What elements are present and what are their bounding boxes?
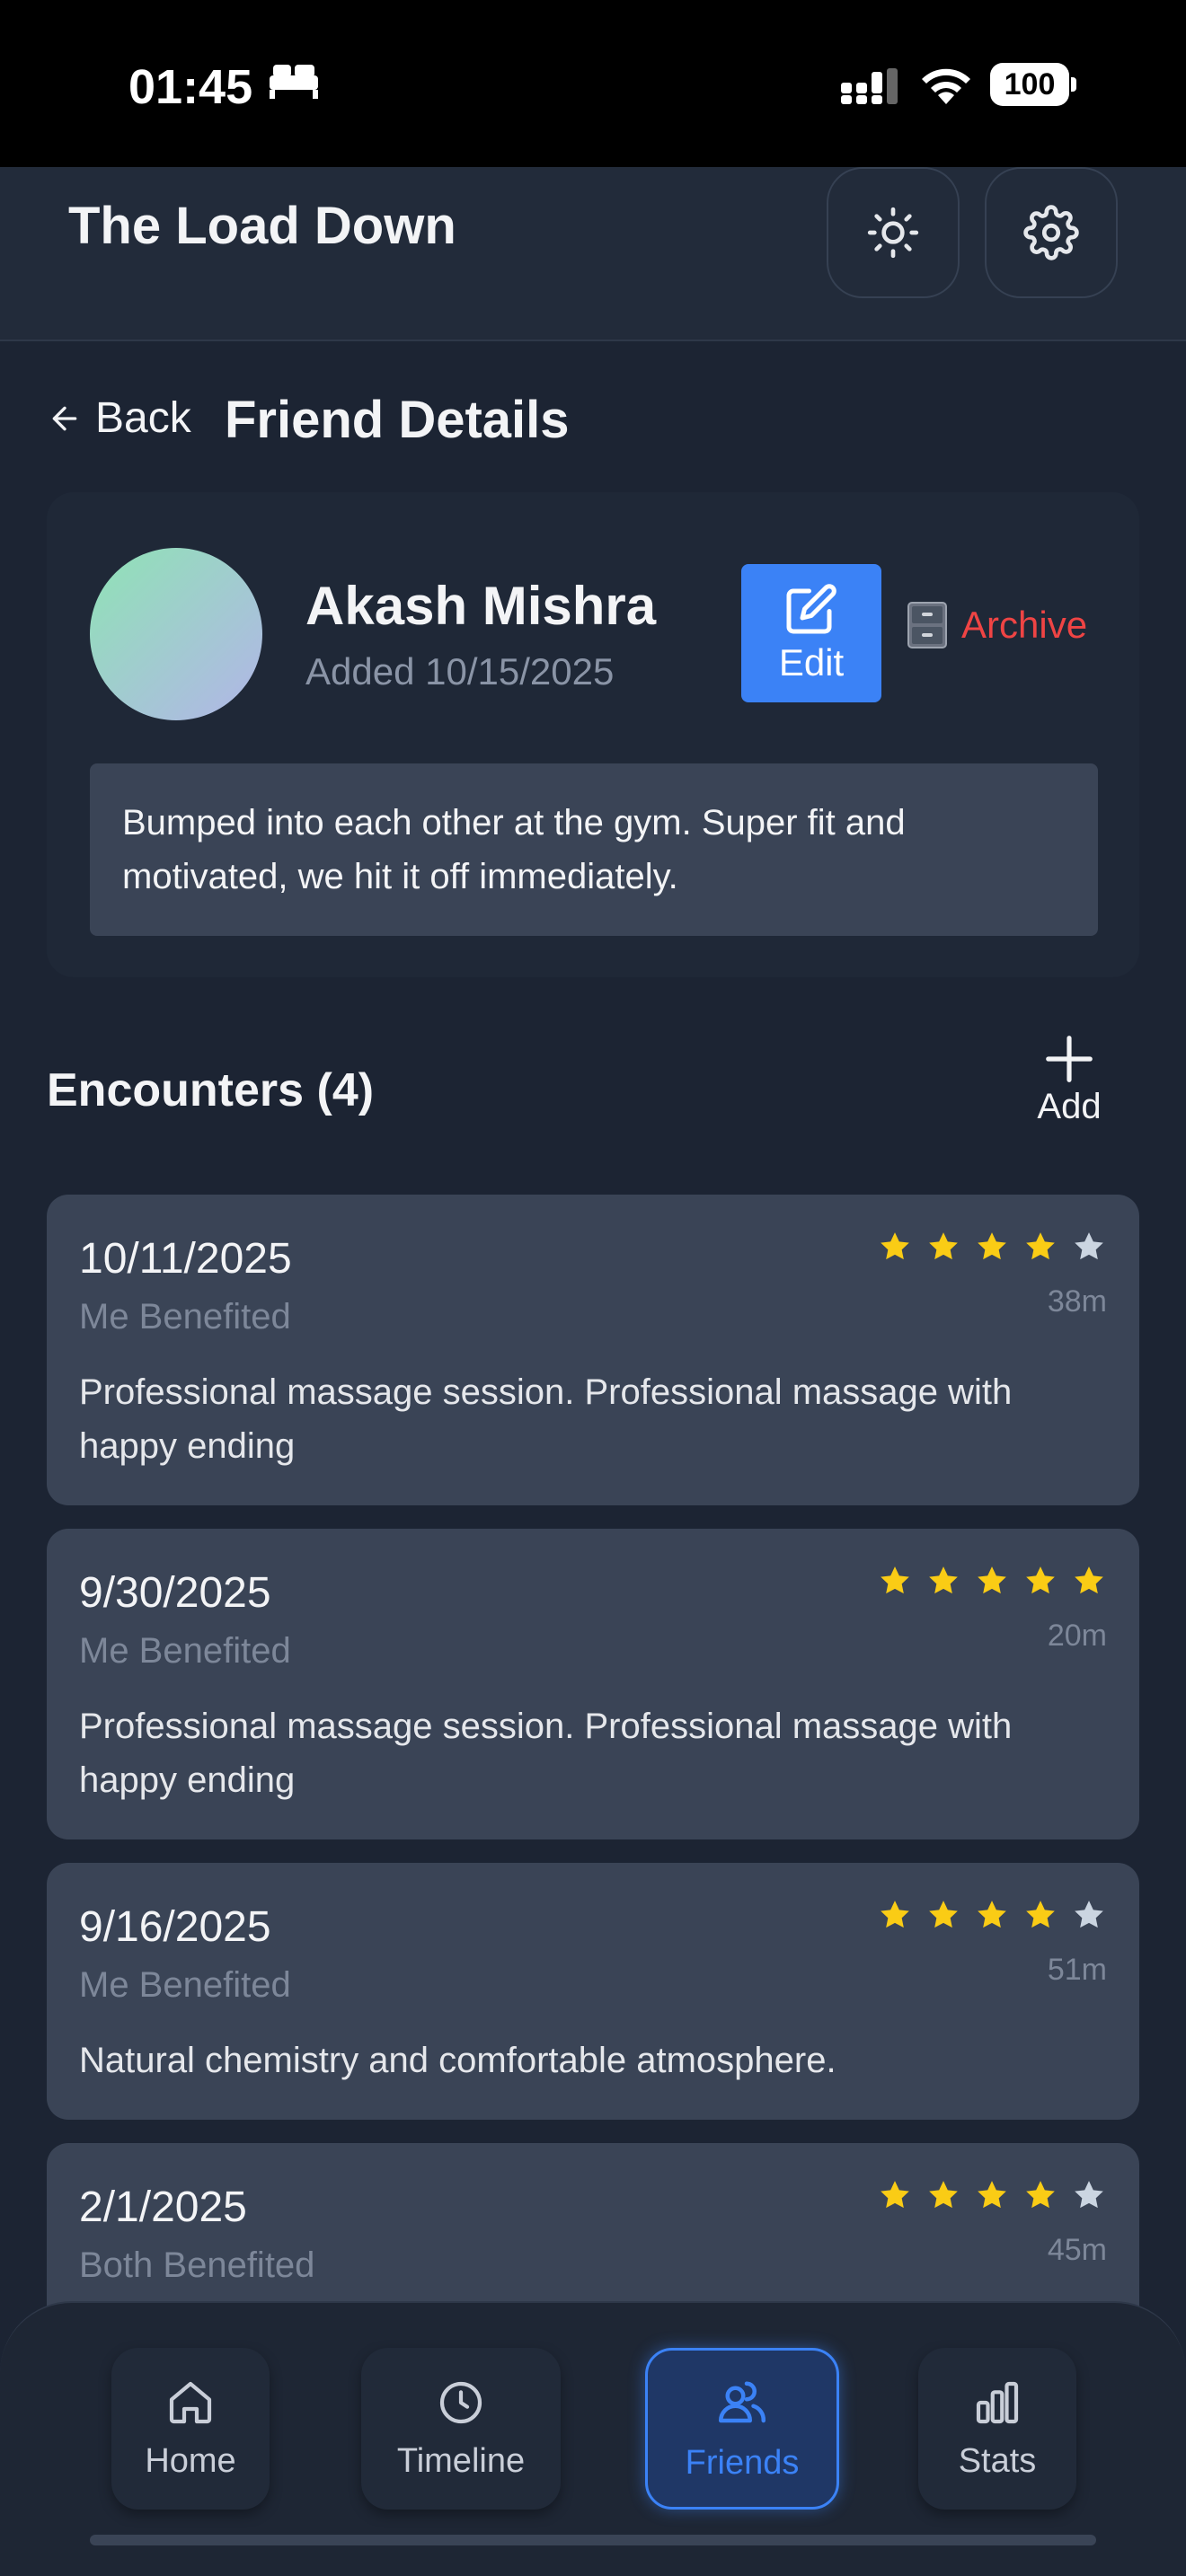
back-label: Back xyxy=(95,394,191,442)
battery-indicator: 100 xyxy=(990,63,1076,106)
encounter-duration: 38m xyxy=(1047,1284,1107,1319)
encounter-card[interactable]: 10/11/2025 Me Benefited 38m Professional… xyxy=(47,1195,1139,1505)
add-label: Add xyxy=(1037,1087,1102,1126)
star-filled-icon xyxy=(978,1232,1006,1260)
settings-button[interactable] xyxy=(985,167,1118,298)
nav-timeline-label: Timeline xyxy=(396,2441,526,2480)
encounter-type: Both Benefited xyxy=(79,2245,315,2285)
encounter-duration: 20m xyxy=(1047,1619,1107,1653)
star-filled-icon xyxy=(1026,2181,1055,2209)
app-header: The Load Down xyxy=(0,167,1186,341)
star-empty-icon xyxy=(1075,1232,1103,1260)
star-rating xyxy=(877,1563,1107,1599)
star-empty-icon xyxy=(1075,1901,1103,1928)
nav-stats-label: Stats xyxy=(958,2441,1037,2480)
encounter-date: 2/1/2025 xyxy=(79,2183,247,2231)
star-filled-icon xyxy=(881,1232,909,1260)
added-date: Added 10/15/2025 xyxy=(305,650,615,693)
archive-label: Archive xyxy=(961,604,1088,646)
add-encounter-button[interactable]: Add xyxy=(1019,1031,1120,1148)
edit-icon xyxy=(786,584,836,634)
encounter-date: 9/30/2025 xyxy=(79,1569,271,1617)
star-rating xyxy=(877,1897,1107,1933)
star-filled-icon xyxy=(978,1566,1006,1594)
bar-chart-icon xyxy=(976,2381,1019,2423)
star-filled-icon xyxy=(929,1566,958,1594)
star-filled-icon xyxy=(881,1901,909,1928)
encounter-type: Me Benefited xyxy=(79,1631,291,1671)
file-cabinet-icon xyxy=(907,602,947,648)
encounter-note: Natural chemistry and comfortable atmosp… xyxy=(79,2041,836,2080)
star-filled-icon xyxy=(1026,1566,1055,1594)
home-indicator xyxy=(90,2535,1096,2545)
avatar xyxy=(90,548,262,720)
nav-stats[interactable]: Stats xyxy=(918,2348,1076,2510)
plus-icon xyxy=(1046,1036,1093,1082)
page-title: Friend Details xyxy=(225,391,570,449)
app-title: The Load Down xyxy=(68,197,456,255)
bottom-nav: Home Timeline Friends Stats xyxy=(0,2301,1186,2576)
edit-button[interactable]: Edit xyxy=(741,564,881,702)
friend-name: Akash Mishra xyxy=(305,576,657,636)
encounter-duration: 51m xyxy=(1047,1953,1107,1987)
nav-friends-label: Friends xyxy=(685,2443,800,2482)
profile-card: Akash Mishra Added 10/15/2025 Edit Archi… xyxy=(47,492,1139,977)
star-rating xyxy=(877,1229,1107,1265)
edit-label: Edit xyxy=(778,641,845,684)
star-rating xyxy=(877,2177,1107,2213)
bed-icon xyxy=(270,65,318,99)
friends-icon xyxy=(719,2381,766,2422)
theme-toggle-button[interactable] xyxy=(827,167,960,298)
encounter-note: Professional massage session. Profession… xyxy=(79,1707,1013,1800)
star-filled-icon xyxy=(929,1232,958,1260)
star-filled-icon xyxy=(929,1901,958,1928)
encounter-type: Me Benefited xyxy=(79,1965,291,2005)
nav-timeline[interactable]: Timeline xyxy=(361,2348,561,2510)
sun-icon xyxy=(867,207,919,259)
encounters-title: Encounters (4) xyxy=(47,1064,375,1116)
nav-friends[interactable]: Friends xyxy=(645,2348,839,2510)
status-time: 01:45 xyxy=(128,60,253,114)
star-filled-icon xyxy=(1075,1566,1103,1594)
gear-icon xyxy=(1023,205,1079,260)
home-icon xyxy=(169,2381,212,2423)
star-filled-icon xyxy=(978,1901,1006,1928)
battery-level: 100 xyxy=(990,63,1069,106)
star-filled-icon xyxy=(1026,1901,1055,1928)
encounter-date: 10/11/2025 xyxy=(79,1235,292,1283)
back-button[interactable]: Back xyxy=(47,393,191,443)
arrow-left-icon xyxy=(52,406,77,430)
clock-icon xyxy=(439,2381,482,2423)
nav-home-label: Home xyxy=(145,2441,236,2480)
star-filled-icon xyxy=(929,2181,958,2209)
encounter-card[interactable]: 9/30/2025 Me Benefited 20m Professional … xyxy=(47,1529,1139,1839)
friend-notes: Bumped into each other at the gym. Super… xyxy=(90,763,1098,936)
archive-button[interactable]: Archive xyxy=(907,602,1087,648)
status-bar: 01:45 100 xyxy=(0,0,1186,167)
star-empty-icon xyxy=(1075,2181,1103,2209)
star-filled-icon xyxy=(978,2181,1006,2209)
signal-icon xyxy=(841,68,898,104)
star-filled-icon xyxy=(1026,1232,1055,1260)
star-filled-icon xyxy=(881,1566,909,1594)
wifi-icon xyxy=(922,68,970,104)
encounter-card[interactable]: 9/16/2025 Me Benefited 51m Natural chemi… xyxy=(47,1863,1139,2120)
encounter-type: Me Benefited xyxy=(79,1297,291,1337)
encounter-date: 9/16/2025 xyxy=(79,1903,271,1951)
encounter-duration: 45m xyxy=(1047,2233,1107,2267)
nav-home[interactable]: Home xyxy=(111,2348,270,2510)
encounter-note: Professional massage session. Profession… xyxy=(79,1372,1013,1466)
star-filled-icon xyxy=(881,2181,909,2209)
